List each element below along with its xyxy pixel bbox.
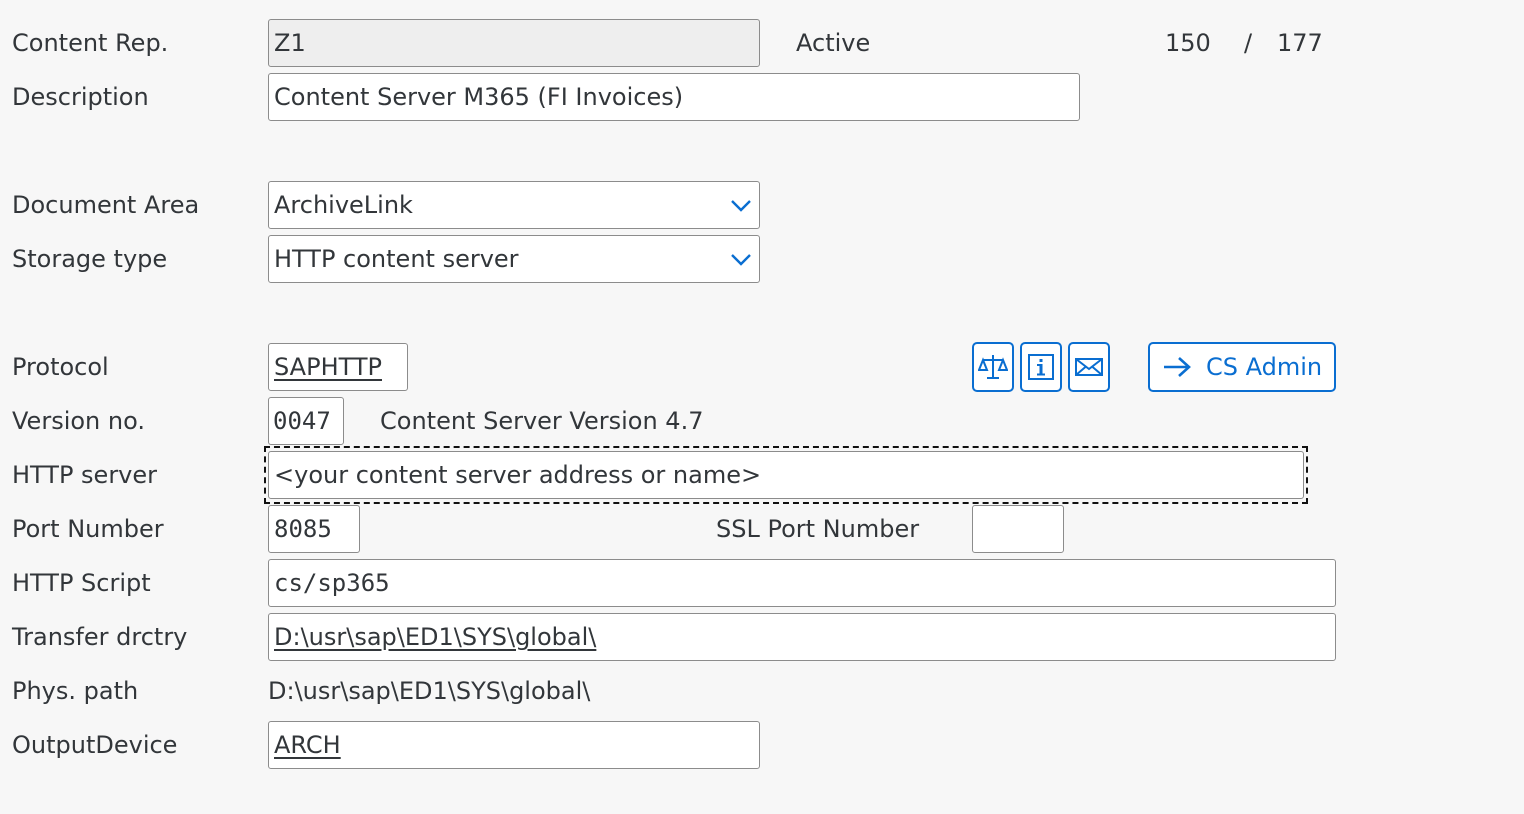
version-label: Version no. — [12, 407, 145, 435]
http-server-label: HTTP server — [12, 461, 158, 489]
output-device-value: ARCH — [274, 731, 341, 759]
phys-path-label: Phys. path — [12, 677, 139, 705]
status-text: Active — [796, 29, 871, 57]
port-number-value: 8085 — [274, 515, 332, 543]
protocol-value: SAPHTTP — [274, 353, 382, 381]
balance-scale-icon — [978, 355, 1008, 379]
ssl-port-input[interactable] — [972, 505, 1064, 553]
page-separator: / — [1244, 29, 1253, 57]
output-device-input[interactable]: ARCH — [268, 721, 760, 769]
http-server-value: <your content server address or name> — [274, 461, 762, 489]
transfer-dir-value: D:\usr\sap\ED1\SYS\global\ — [274, 623, 597, 651]
page-total: 177 — [1277, 29, 1323, 57]
port-number-input[interactable]: 8085 — [268, 505, 360, 553]
protocol-input[interactable]: SAPHTTP — [268, 343, 408, 391]
http-script-value: cs/sp365 — [274, 569, 390, 597]
balance-scale-button[interactable] — [972, 342, 1014, 392]
port-number-label: Port Number — [12, 515, 164, 543]
version-value: 0047 — [273, 407, 331, 435]
ssl-port-label: SSL Port Number — [716, 515, 920, 543]
http-script-input[interactable]: cs/sp365 — [268, 559, 1336, 607]
version-text: Content Server Version 4.7 — [380, 407, 704, 435]
cs-admin-button[interactable]: CS Admin — [1148, 342, 1336, 392]
storage-type-select[interactable]: HTTP content server — [268, 235, 760, 283]
document-area-label: Document Area — [12, 191, 200, 219]
document-area-value: ArchiveLink — [274, 191, 413, 219]
page-current: 150 — [1165, 29, 1211, 57]
envelope-icon — [1075, 358, 1103, 376]
description-input[interactable]: Content Server M365 (FI Invoices) — [268, 73, 1080, 121]
transfer-dir-label: Transfer drctry — [12, 623, 188, 651]
output-device-label: OutputDevice — [12, 731, 178, 759]
description-value: Content Server M365 (FI Invoices) — [274, 83, 684, 111]
http-script-label: HTTP Script — [12, 569, 151, 597]
storage-type-value: HTTP content server — [274, 245, 519, 273]
chevron-down-icon[interactable] — [729, 248, 753, 270]
cs-admin-label: CS Admin — [1206, 353, 1323, 381]
content-rep-field: Z1 — [268, 19, 760, 67]
info-icon — [1028, 354, 1054, 380]
envelope-button[interactable] — [1068, 342, 1110, 392]
phys-path-value: D:\usr\sap\ED1\SYS\global\ — [268, 677, 591, 705]
chevron-down-icon[interactable] — [729, 194, 753, 216]
protocol-label: Protocol — [12, 353, 109, 381]
content-rep-label: Content Rep. — [12, 29, 169, 57]
http-server-input[interactable]: <your content server address or name> — [268, 451, 1304, 499]
transfer-dir-input[interactable]: D:\usr\sap\ED1\SYS\global\ — [268, 613, 1336, 661]
document-area-select[interactable]: ArchiveLink — [268, 181, 760, 229]
content-rep-value: Z1 — [274, 29, 306, 57]
storage-type-label: Storage type — [12, 245, 168, 273]
arrow-right-icon — [1164, 357, 1191, 377]
version-input[interactable]: 0047 — [268, 397, 344, 445]
info-button[interactable] — [1020, 342, 1062, 392]
description-label: Description — [12, 83, 149, 111]
